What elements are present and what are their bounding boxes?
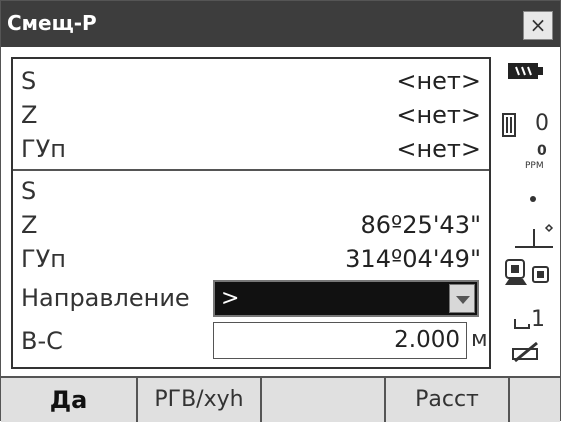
measurement-panel: S <нет> Z <нет> ГУп <нет> S Z 86º25'43" … <box>11 57 491 369</box>
row-value: <нет> <box>396 67 481 95</box>
direction-value: > <box>221 286 240 311</box>
direction-dropdown[interactable]: > <box>213 280 479 317</box>
bc-value: 2.000 <box>394 327 460 353</box>
row-label: S <box>21 177 37 205</box>
instrument-icon <box>505 259 549 285</box>
direction-label: Направление <box>21 284 190 312</box>
divider <box>13 169 489 171</box>
prism-constant: 0 <box>535 111 549 136</box>
chevron-down-icon[interactable] <box>449 284 475 313</box>
tilt-icon <box>515 223 554 248</box>
row-label: Z <box>21 101 38 129</box>
bc-label: В-С <box>21 327 63 355</box>
laser-level: 1 <box>531 307 545 332</box>
row-label: Z <box>21 211 38 239</box>
softkey-empty[interactable] <box>510 378 560 422</box>
close-icon: × <box>529 13 547 37</box>
softkey-yes[interactable]: Да <box>1 378 138 422</box>
row-label: ГУп <box>21 135 66 163</box>
dot-icon <box>530 196 536 202</box>
pen-icon <box>512 341 538 363</box>
row-label: S <box>21 67 37 95</box>
softkey-distance[interactable]: Расст <box>386 378 510 422</box>
laser-pointer-icon <box>514 319 530 329</box>
prism-icon <box>502 113 516 137</box>
ppm-label: PPM <box>525 161 544 171</box>
ppm-value: 0 <box>537 143 547 159</box>
row-value: 314º04'49" <box>345 245 481 273</box>
window-title: Смещ-Р <box>7 11 97 35</box>
softkey-rgb-xyh[interactable]: РГВ/xyh <box>138 378 262 422</box>
close-button[interactable]: × <box>523 11 553 40</box>
bc-unit: м <box>471 327 488 352</box>
row-value: <нет> <box>396 135 481 163</box>
row-value: 86º25'43" <box>360 211 481 239</box>
softkey-bar: Да РГВ/xyh Расст <box>1 376 560 422</box>
window: Смещ-Р × S <нет> Z <нет> ГУп <нет> S Z 8… <box>0 0 561 422</box>
battery-icon <box>508 63 543 79</box>
row-value: <нет> <box>396 101 481 129</box>
softkey-empty[interactable] <box>262 378 386 422</box>
bc-input[interactable]: 2.000 <box>213 322 467 359</box>
status-sidebar: 0 0 PPM 1 <box>491 57 559 369</box>
title-bar: Смещ-Р × <box>1 1 560 47</box>
row-label: ГУп <box>21 245 66 273</box>
